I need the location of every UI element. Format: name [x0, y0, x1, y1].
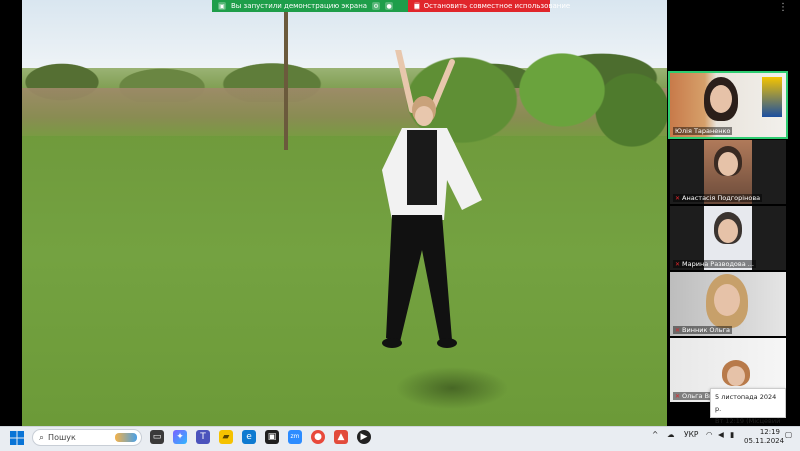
notifications-icon[interactable]: ▢	[785, 430, 792, 439]
mic-muted-icon: ✕	[675, 260, 681, 268]
video-tree	[284, 10, 288, 150]
mic-muted-icon: ✕	[675, 194, 681, 202]
onedrive-icon[interactable]: ☁	[667, 430, 675, 439]
teams-icon[interactable]: T	[196, 430, 210, 444]
tooltip-date: 5 листопада 2024 р.	[715, 393, 777, 413]
wifi-icon[interactable]: ◠	[706, 430, 713, 439]
participant-face	[714, 284, 740, 316]
participant-face	[718, 219, 738, 243]
battery-icon[interactable]: ▮	[730, 430, 734, 439]
copilot-icon[interactable]: ✦	[173, 430, 187, 444]
participant-name: ✕ Винник Ольга	[673, 326, 732, 334]
share-status-text: Вы запустили демонстрацию экрана	[231, 2, 368, 10]
mic-muted-icon: ✕	[675, 326, 681, 334]
photos-icon[interactable]: ▲	[334, 430, 348, 444]
taskbar-search[interactable]: ⌕ Пошук	[32, 429, 142, 446]
screen: ▣ Вы запустили демонстрацию экрана ⚙ ● ■…	[0, 0, 800, 426]
chevron-up-icon[interactable]: ^	[652, 430, 658, 439]
tooltip-time: Вт 12:19 (Місцевий час)	[715, 417, 781, 425]
participant-tile[interactable]: ✕ Винник Ольга	[670, 272, 786, 336]
shield-icon[interactable]: ●	[385, 2, 394, 10]
store-icon[interactable]: ▣	[265, 430, 279, 444]
task-view-icon[interactable]: ▭	[150, 430, 164, 444]
dancer	[382, 50, 482, 348]
edge-icon[interactable]: e	[242, 430, 256, 444]
clock-tooltip: 5 листопада 2024 р. Вт 12:19 (Місцевий ч…	[710, 388, 786, 425]
media-player-icon[interactable]: ▶	[357, 430, 371, 444]
stop-sharing-button[interactable]: ■ Остановить совместное использование	[408, 0, 570, 12]
windows-start-icon[interactable]	[10, 431, 24, 445]
stop-icon: ■	[414, 2, 420, 10]
shared-video	[22, 0, 667, 426]
participant-tile[interactable]: ✕ Анастасія Подгорінова	[670, 140, 786, 204]
participant-tile[interactable]: ✕ Марина Разводова ...	[670, 206, 786, 270]
participant-tile[interactable]: Юлія Тараненко	[668, 71, 788, 139]
participant-name: ✕ Анастасія Подгорінова	[673, 194, 763, 202]
gear-icon[interactable]: ⚙	[372, 2, 381, 10]
search-placeholder: Пошук	[48, 433, 76, 442]
share-status: ▣ Вы запустили демонстрацию экрана ⚙ ●	[212, 0, 408, 12]
clock-date: 05.11.2024	[744, 437, 785, 445]
clock-time: 12:19	[759, 428, 780, 436]
file-explorer-icon[interactable]: ▰	[219, 430, 233, 444]
stop-sharing-label: Остановить совместное использование	[423, 2, 571, 10]
screen-share-bar: ▣ Вы запустили демонстрацию экрана ⚙ ● ■…	[212, 0, 570, 12]
taskbar-clock[interactable]: 12:19 05.11.2024	[744, 428, 785, 446]
participant-face	[727, 366, 745, 386]
participant-name: ✕ Марина Разводова ...	[673, 260, 756, 268]
emblem-icon	[762, 77, 782, 117]
language-indicator[interactable]: УКР	[684, 430, 698, 439]
share-icon: ▣	[218, 2, 226, 10]
participant-face	[718, 152, 738, 176]
search-highlight-icon	[115, 433, 137, 442]
zoom-icon[interactable]: zm	[288, 430, 302, 444]
participant-face	[710, 85, 732, 113]
chrome-icon[interactable]: ●	[311, 430, 325, 444]
search-icon: ⌕	[39, 432, 45, 443]
mic-muted-icon: ✕	[675, 392, 681, 400]
more-icon[interactable]: ⋮	[778, 3, 788, 13]
participant-name: Юлія Тараненко	[673, 127, 733, 135]
volume-icon[interactable]: ◀	[718, 430, 724, 439]
